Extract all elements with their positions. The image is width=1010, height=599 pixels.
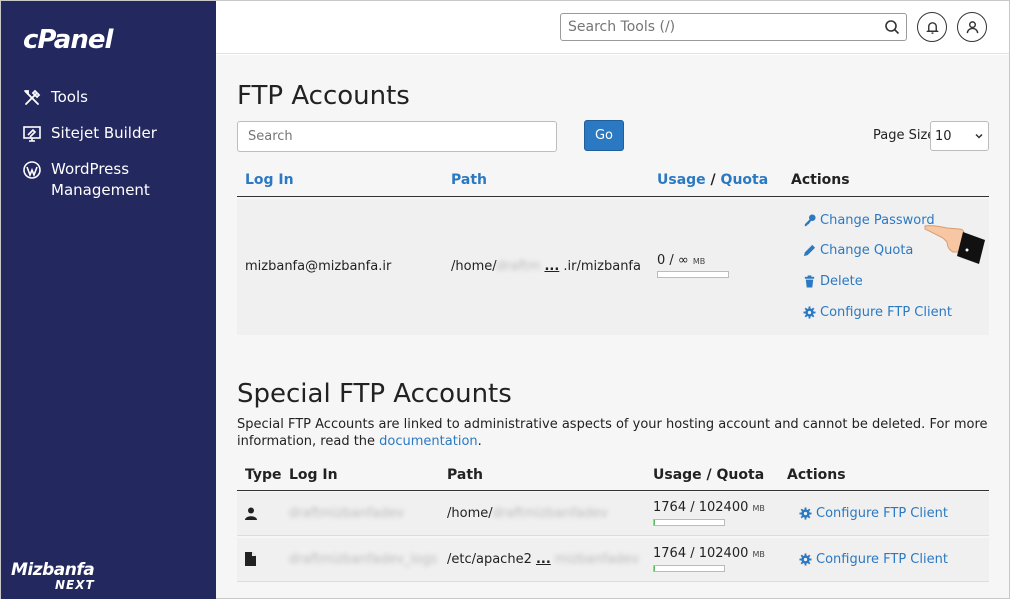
special-ftp-description: Special FTP Accounts are linked to admin… [237,417,988,449]
usage-progress-fill [654,566,656,571]
header-divider [237,196,989,197]
monitor-icon [21,123,43,145]
special-usage-cell: 1764 / 102400 MB [653,546,765,561]
search-tools-input[interactable] [560,13,907,41]
sidebar-item-label: Tools [51,88,88,106]
page-size-select[interactable]: 10 [930,121,989,151]
column-header-usage-quota: Usage / Quota [657,172,769,188]
change-quota-link[interactable]: Change Quota [803,243,913,258]
change-password-link[interactable]: Change Password [803,213,935,228]
main-content: FTP Accounts Go Page Size 10 Log In Path… [216,55,1009,598]
table-row: mizbanfa@mizbanfa.ir /home/draftm ... .i… [237,199,989,335]
column-header-actions: Actions [787,467,846,483]
configure-ftp-client-link[interactable]: Configure FTP Client [799,552,948,567]
pointing-hand-icon [924,225,985,264]
special-path-cell: /home/draftmizbanfadev [447,506,608,521]
file-icon [245,552,256,566]
special-login-cell: draftmizbanfadev_logs [289,552,438,567]
sidebar-item-label: Sitejet Builder [51,124,157,142]
user-icon [966,20,978,33]
special-ftp-title: Special FTP Accounts [237,379,512,409]
column-header-path: Path [447,467,483,483]
notifications-button[interactable] [917,12,947,42]
path-expand-link[interactable]: ... [544,259,559,274]
column-header-type: Type [245,467,282,483]
sidebar-item-tools[interactable]: Tools [1,83,216,113]
cpanel-logo[interactable]: cPanel [23,25,113,55]
sidebar-item-wordpress[interactable]: WordPress Management [1,155,216,205]
page-size-label: Page Size [873,128,936,143]
table-row: draftmizbanfadev /home/draftmizbanfadev … [237,492,989,536]
documentation-link[interactable]: documentation [379,434,477,449]
bell-icon [925,21,939,34]
special-usage-cell: 1764 / 102400 MB [653,500,765,515]
configure-ftp-client-link[interactable]: Configure FTP Client [799,506,948,521]
column-header-usage[interactable]: Usage [657,172,706,188]
ftp-usage-cell: 0 / ∞ MB [657,253,706,268]
sidebar-item-label: WordPress Management [51,160,150,199]
sidebar: cPanel Tools Sitejet Builder WordPress M… [1,1,216,599]
sidebar-item-sitejet[interactable]: Sitejet Builder [1,119,216,149]
ftp-path-cell: /home/draftm ... .ir/mizbanfa [451,259,641,274]
usage-progress-fill [654,520,656,525]
column-header-path[interactable]: Path [451,172,487,188]
path-expand-link[interactable]: ... [536,552,551,567]
header-divider [237,490,989,491]
user-account-button[interactable] [957,12,987,42]
gear-icon [799,507,812,520]
gear-icon [803,306,816,319]
column-header-login: Log In [289,467,338,483]
special-path-cell: /etc/apache2 ... mizbanfadev [447,552,639,567]
column-header-usage-quota: Usage / Quota [653,467,765,483]
column-header-actions: Actions [791,172,850,188]
ftp-search-input[interactable] [237,121,557,152]
usage-progress-bar [653,519,725,526]
column-header-login[interactable]: Log In [245,172,294,188]
ftp-login-cell: mizbanfa@mizbanfa.ir [245,259,392,274]
table-row: draftmizbanfadev_logs /etc/apache2 ... m… [237,538,989,582]
usage-progress-bar [657,271,729,278]
gear-icon [799,553,812,566]
wordpress-icon [21,159,43,181]
go-button[interactable]: Go [584,120,624,151]
chevron-down-icon [975,133,983,139]
topbar [216,1,1009,54]
sidebar-nav: Tools Sitejet Builder WordPress Manageme… [1,83,216,211]
pencil-icon [803,244,816,257]
mizbanfa-brand-logo: Mizbanfa NEXT [11,560,95,592]
search-icon[interactable] [884,19,900,35]
user-icon [245,507,257,520]
key-icon [804,214,816,227]
special-login-cell: draftmizbanfadev [289,506,405,521]
trash-icon [804,275,815,288]
page-title: FTP Accounts [237,81,410,111]
configure-ftp-client-link[interactable]: Configure FTP Client [803,305,952,320]
delete-link[interactable]: Delete [803,274,863,289]
tools-icon [21,87,43,109]
usage-progress-bar [653,565,725,572]
column-header-quota[interactable]: Quota [721,172,769,188]
